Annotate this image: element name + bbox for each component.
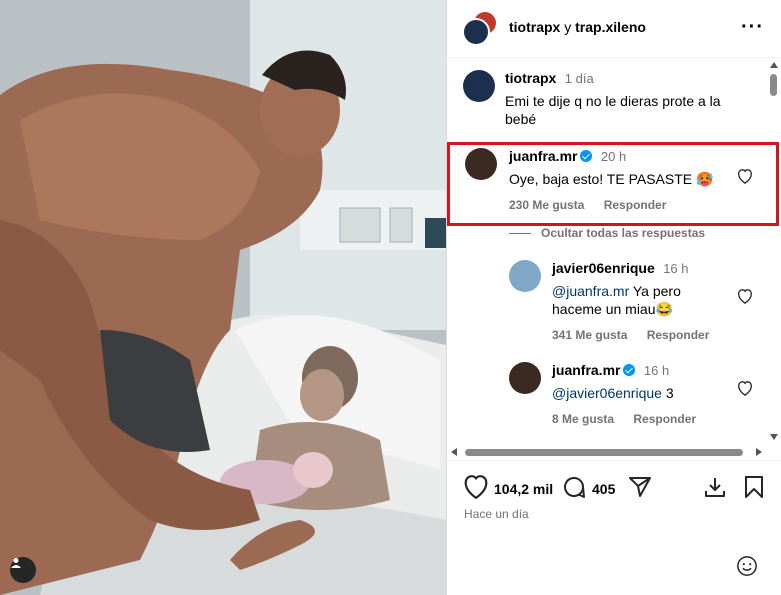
header-connector: y bbox=[564, 19, 572, 35]
mention-link[interactable]: @javier06enrique bbox=[552, 385, 662, 401]
scrollbar-thumb[interactable] bbox=[465, 449, 743, 456]
mention-link[interactable]: @juanfra.mr bbox=[552, 283, 629, 299]
divider-line bbox=[509, 233, 531, 235]
reply-text: @javier06enrique 3 bbox=[552, 385, 674, 401]
comment-time[interactable]: 20 h bbox=[601, 149, 626, 164]
comments-list: tiotrapx 1 día Emi te dije q no le diera… bbox=[447, 58, 781, 448]
horizontal-scrollbar[interactable] bbox=[447, 445, 781, 459]
comment-username[interactable]: tiotrapx bbox=[505, 70, 556, 86]
user-icon bbox=[11, 558, 21, 568]
reply-meta: 8 Me gusta Responder bbox=[552, 412, 732, 426]
comment-text: Emi te dije q no le dieras prote a la be… bbox=[505, 93, 721, 127]
reply-text: @juanfra.mr Ya pero haceme un miau😂 bbox=[552, 283, 681, 317]
more-options-icon[interactable]: ··· bbox=[741, 16, 764, 39]
heart-icon[interactable] bbox=[737, 381, 753, 396]
comments-panel: tiotrapx y trap.xileno ··· tiotrapx 1 dí… bbox=[446, 0, 781, 595]
reply-time[interactable]: 16 h bbox=[663, 261, 688, 276]
comment: tiotrapx 1 día Emi te dije q no le diera… bbox=[505, 70, 745, 128]
reply-button[interactable]: Responder bbox=[647, 328, 710, 342]
scroll-up-icon[interactable] bbox=[770, 62, 778, 68]
reply-username[interactable]: juanfra.mr bbox=[552, 362, 620, 378]
post-header: tiotrapx y trap.xileno ··· bbox=[447, 0, 781, 58]
likes-count[interactable]: 341 Me gusta bbox=[552, 328, 627, 342]
comment: juanfra.mr 20 h Oye, baja esto! TE PASAS… bbox=[509, 148, 739, 212]
likes-count[interactable]: 230 Me gusta bbox=[509, 198, 584, 212]
likes-count[interactable]: 8 Me gusta bbox=[552, 412, 614, 426]
like-icon[interactable] bbox=[463, 475, 489, 499]
header-avatars[interactable] bbox=[462, 12, 496, 46]
scroll-right-icon[interactable] bbox=[756, 448, 762, 456]
comment-time[interactable]: 1 día bbox=[565, 71, 594, 86]
header-user1[interactable]: tiotrapx bbox=[509, 19, 560, 35]
header-user2[interactable]: trap.xileno bbox=[575, 19, 646, 35]
verified-badge-icon bbox=[623, 364, 636, 376]
likes-total[interactable]: 104,2 mil bbox=[494, 481, 553, 497]
reply-username[interactable]: javier06enrique bbox=[552, 260, 655, 276]
verified-badge-icon bbox=[580, 150, 593, 162]
reply: javier06enrique 16 h @juanfra.mr Ya pero… bbox=[552, 260, 732, 342]
avatar[interactable] bbox=[509, 362, 541, 394]
comment-text: Oye, baja esto! TE PASASTE 🥵 bbox=[509, 171, 714, 187]
vertical-scrollbar[interactable] bbox=[767, 58, 781, 448]
share-icon[interactable] bbox=[628, 475, 652, 499]
reply-meta: 341 Me gusta Responder bbox=[552, 328, 732, 342]
avatar[interactable] bbox=[465, 148, 497, 180]
comment-username[interactable]: juanfra.mr bbox=[509, 148, 577, 164]
scroll-down-icon[interactable] bbox=[770, 434, 778, 440]
reply: juanfra.mr 16 h @javier06enrique 3 8 Me … bbox=[552, 362, 732, 426]
emoji-icon[interactable] bbox=[736, 555, 758, 577]
avatar bbox=[462, 18, 490, 46]
post-image[interactable] bbox=[0, 0, 446, 595]
save-icon[interactable] bbox=[744, 475, 764, 499]
comments-total[interactable]: 405 bbox=[592, 481, 615, 497]
heart-icon[interactable] bbox=[737, 289, 753, 304]
header-title: tiotrapx y trap.xileno bbox=[509, 19, 646, 35]
reply-button[interactable]: Responder bbox=[604, 198, 667, 212]
download-icon[interactable] bbox=[703, 475, 727, 499]
tagged-users-button[interactable] bbox=[10, 557, 36, 583]
avatar[interactable] bbox=[463, 70, 497, 104]
post-photo bbox=[0, 0, 446, 595]
reply-button[interactable]: Responder bbox=[633, 412, 696, 426]
hide-replies-button[interactable]: Ocultar todas las respuestas bbox=[509, 226, 705, 240]
comment-icon[interactable] bbox=[562, 475, 586, 499]
scrollbar-thumb[interactable] bbox=[770, 74, 777, 96]
scroll-left-icon[interactable] bbox=[451, 448, 457, 456]
reply-time[interactable]: 16 h bbox=[644, 363, 669, 378]
post-time[interactable]: Hace un día bbox=[464, 507, 529, 521]
avatar[interactable] bbox=[509, 260, 541, 292]
heart-icon[interactable] bbox=[737, 169, 753, 184]
comment-meta: 230 Me gusta Responder bbox=[509, 198, 739, 212]
